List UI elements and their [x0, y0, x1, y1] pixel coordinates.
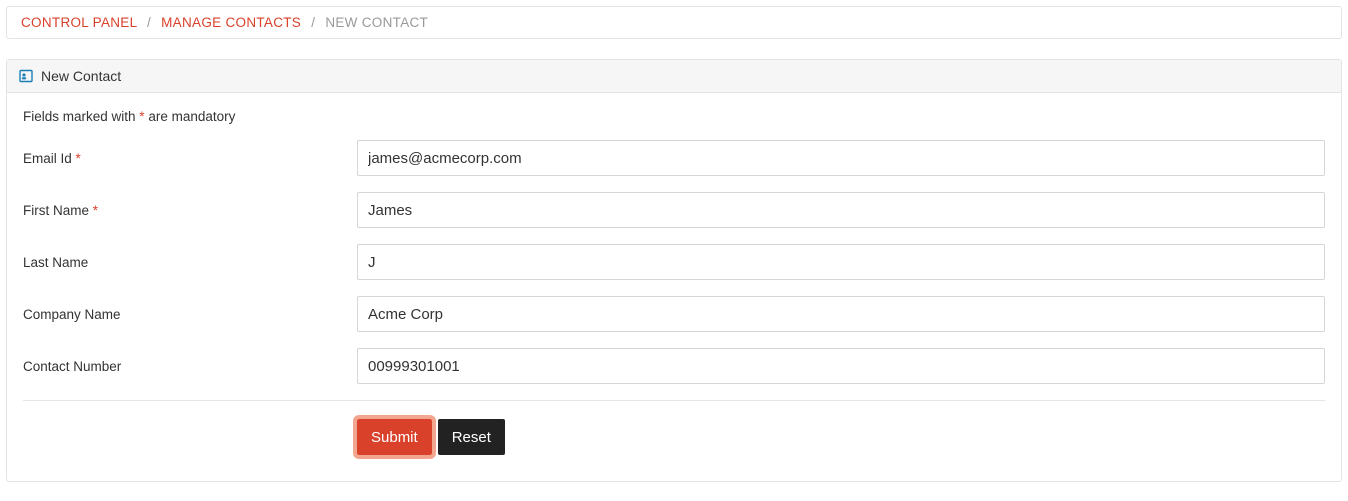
required-marker-icon: *: [93, 203, 98, 218]
button-row: Submit Reset: [23, 419, 1325, 455]
email-label-text: Email Id: [23, 151, 76, 166]
form-row-contact-number: Contact Number: [23, 348, 1325, 384]
email-input[interactable]: [357, 140, 1325, 176]
breadcrumb-manage-contacts[interactable]: MANAGE CONTACTS: [161, 15, 301, 30]
breadcrumb-separator: /: [147, 15, 151, 30]
contact-card-icon: [19, 69, 33, 83]
first-name-label-text: First Name: [23, 203, 93, 218]
panel-title: New Contact: [41, 68, 121, 84]
reset-button[interactable]: Reset: [438, 419, 505, 455]
company-label: Company Name: [23, 307, 357, 322]
breadcrumb-current: NEW CONTACT: [325, 15, 428, 30]
breadcrumb-control-panel[interactable]: CONTROL PANEL: [21, 15, 137, 30]
form-row-last-name: Last Name: [23, 244, 1325, 280]
panel-header: New Contact: [7, 60, 1341, 93]
panel-body: Fields marked with * are mandatory Email…: [7, 93, 1341, 481]
first-name-label: First Name *: [23, 203, 357, 218]
company-input[interactable]: [357, 296, 1325, 332]
mandatory-note: Fields marked with * are mandatory: [23, 109, 1325, 124]
form-row-company: Company Name: [23, 296, 1325, 332]
last-name-label: Last Name: [23, 255, 357, 270]
form-row-first-name: First Name *: [23, 192, 1325, 228]
contact-number-label: Contact Number: [23, 359, 357, 374]
form-row-email: Email Id *: [23, 140, 1325, 176]
breadcrumb: CONTROL PANEL / MANAGE CONTACTS / NEW CO…: [6, 6, 1342, 39]
form-divider: [23, 400, 1325, 401]
mandatory-note-prefix: Fields marked with: [23, 109, 139, 124]
required-marker-icon: *: [76, 151, 81, 166]
submit-button[interactable]: Submit: [357, 419, 432, 455]
mandatory-note-suffix: are mandatory: [145, 109, 236, 124]
new-contact-panel: New Contact Fields marked with * are man…: [6, 59, 1342, 482]
breadcrumb-separator: /: [311, 15, 315, 30]
last-name-input[interactable]: [357, 244, 1325, 280]
email-label: Email Id *: [23, 151, 357, 166]
first-name-input[interactable]: [357, 192, 1325, 228]
contact-number-input[interactable]: [357, 348, 1325, 384]
